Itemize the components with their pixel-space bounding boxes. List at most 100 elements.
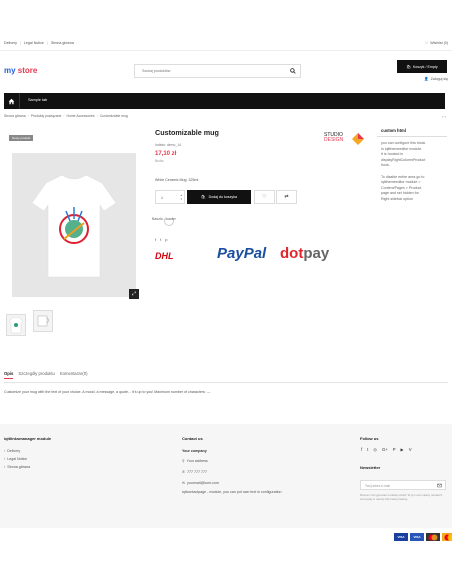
facebook-icon[interactable]: f — [155, 237, 156, 242]
footer-link-label: Strona główna — [7, 465, 31, 469]
product-title: Customizable mug — [155, 128, 219, 137]
tax-label: Brutto — [155, 159, 164, 163]
product-nav-arrows: ‹ › — [442, 114, 446, 119]
top-link-legal[interactable]: Legal Notice — [24, 41, 44, 45]
custom-html-text: you can configure this block in iqitthem… — [381, 141, 447, 203]
zoom-button[interactable]: ⤢ — [129, 289, 139, 299]
tab-product-details[interactable]: Szczegóły produktu — [18, 371, 55, 379]
youtube-icon[interactable]: ▶ — [401, 447, 404, 452]
home-icon — [8, 98, 15, 104]
separator: › — [63, 114, 65, 118]
tab-content: Customize your mug with the text of your… — [4, 390, 211, 394]
separator: › — [27, 114, 29, 118]
twitter-icon[interactable]: t — [367, 447, 368, 452]
footer — [0, 424, 452, 528]
paypal-logo: PayPal — [217, 245, 267, 262]
signin-label: Zaloguj się — [430, 77, 448, 81]
chevron-left-icon[interactable]: ‹ — [442, 114, 443, 119]
envelope-icon[interactable] — [437, 483, 442, 488]
cart-label: Koszyk / Empty — [412, 64, 438, 69]
tshirt-image — [31, 174, 117, 278]
breadcrumb-item[interactable]: Produkty powiązane — [31, 114, 62, 118]
newsletter-input[interactable]: Twój adres e-mail — [360, 480, 446, 490]
cart-button[interactable]: 🛍 Koszyk / Empty — [397, 60, 447, 73]
pinterest-icon[interactable]: P — [393, 447, 396, 452]
wishlist-button[interactable]: ♡ — [254, 190, 275, 204]
add-to-cart-button[interactable]: 🛍 Dodaj do koszyka — [187, 190, 251, 204]
dotpay-dot: dot — [280, 245, 304, 262]
email-link[interactable]: ✉ yourmail@kom.com — [182, 481, 219, 485]
compare-button[interactable]: ⇄ — [276, 190, 297, 204]
signin-link[interactable]: 👤 Zaloguj się — [424, 77, 448, 81]
footer-link-home[interactable]: › Strona główna — [4, 465, 30, 469]
nav-tab-sample[interactable]: Sample tab — [28, 98, 47, 102]
custom-html-title: custom html — [381, 128, 406, 133]
facebook-icon[interactable]: f — [361, 447, 362, 452]
google-plus-icon[interactable]: G+ — [382, 447, 388, 452]
loader-text: Baszło...loader — [152, 217, 176, 221]
newsletter-placeholder: Twój adres e-mail — [365, 484, 390, 488]
thumbnail-image — [37, 315, 49, 327]
quantity-value[interactable]: 1 — [161, 196, 163, 200]
breadcrumb-item[interactable]: Home Accessories — [67, 114, 95, 118]
mastercard-circles — [428, 534, 438, 540]
heart-icon: ♡ — [424, 41, 429, 45]
chevron-right-icon[interactable]: › — [445, 114, 446, 119]
heart-icon: ♡ — [262, 194, 267, 200]
top-link-delivery[interactable]: Delivery — [4, 41, 17, 45]
newsletter-note: Możesz zrezygnować w każdej chwili. W ty… — [360, 493, 443, 501]
logo-text-my: my — [4, 66, 16, 75]
product-price: 17,10 zł — [155, 151, 177, 157]
mastercard-icon — [426, 533, 440, 541]
dotpay-logo: dotpay — [280, 245, 329, 262]
phone-icon: ✆ — [182, 470, 186, 474]
footer-link-legal[interactable]: › Legal Notice — [4, 457, 27, 461]
product-main-image[interactable] — [12, 153, 136, 297]
quantity-stepper[interactable]: 1 ▴ ▾ — [155, 190, 185, 204]
tab-comments[interactable]: Komentarze(0) — [60, 371, 88, 379]
product-reference: Indeks: demo_14 — [155, 143, 182, 147]
separator: | — [19, 41, 21, 45]
newsletter-title: Newsletter — [360, 465, 381, 470]
store-logo[interactable]: my store — [4, 66, 37, 75]
address: ⚲ Your address — [182, 459, 208, 463]
separator: | — [46, 41, 48, 45]
search-input[interactable] — [135, 65, 285, 77]
mastercard-icon — [442, 533, 452, 541]
wishlist-link[interactable]: ♡ Wishlist (0) — [425, 41, 448, 45]
pinterest-icon[interactable]: p — [165, 237, 167, 242]
nav-home-button[interactable] — [4, 93, 20, 109]
footer-links-title: iqitlinksmanager module — [4, 436, 52, 441]
twitter-icon[interactable]: t — [160, 237, 161, 242]
breadcrumb-item[interactable]: Strona główna — [4, 114, 26, 118]
footer-link-delivery[interactable]: › Delivery — [4, 449, 20, 453]
footer-link-label: Delivery — [7, 449, 21, 453]
company-name: Your company — [182, 449, 207, 453]
share-links: f t p — [155, 237, 167, 242]
thumbnail[interactable] — [6, 314, 26, 336]
vimeo-icon[interactable]: V — [409, 447, 412, 452]
cart-icon: 🛍 — [201, 195, 206, 199]
cart-icon: 🛍 — [406, 64, 411, 69]
logo-text-store: store — [17, 66, 38, 75]
brand-logo[interactable]: STUDIO DESIGN — [324, 133, 364, 145]
top-link-home[interactable]: Strona główna — [51, 41, 74, 45]
brand-diamond-icon — [352, 133, 364, 145]
payment-cards: VISA VISA — [394, 533, 452, 541]
instagram-icon[interactable]: ◎ — [373, 447, 377, 452]
top-bar: Delivery | Legal Notice | Strona główna … — [0, 37, 452, 51]
footer-contact-title: Contact us — [182, 436, 203, 441]
thumbnail[interactable] — [33, 310, 53, 332]
add-to-cart-label: Dodaj do koszyka — [208, 195, 237, 199]
footer-social: f t ◎ G+ P ▶ V — [361, 447, 412, 452]
divider — [4, 382, 448, 383]
tab-description[interactable]: Opis — [4, 371, 14, 379]
top-links: Delivery | Legal Notice | Strona główna — [4, 41, 74, 45]
footer-link-label: Legal Notice — [7, 457, 28, 461]
map-pin-icon: ⚲ — [182, 459, 185, 463]
divider — [377, 136, 447, 137]
envelope-icon: ✉ — [182, 481, 186, 485]
dhl-logo: DHL — [155, 251, 174, 261]
search-icon[interactable] — [290, 68, 296, 74]
chevron-down-icon[interactable]: ▾ — [180, 197, 182, 201]
